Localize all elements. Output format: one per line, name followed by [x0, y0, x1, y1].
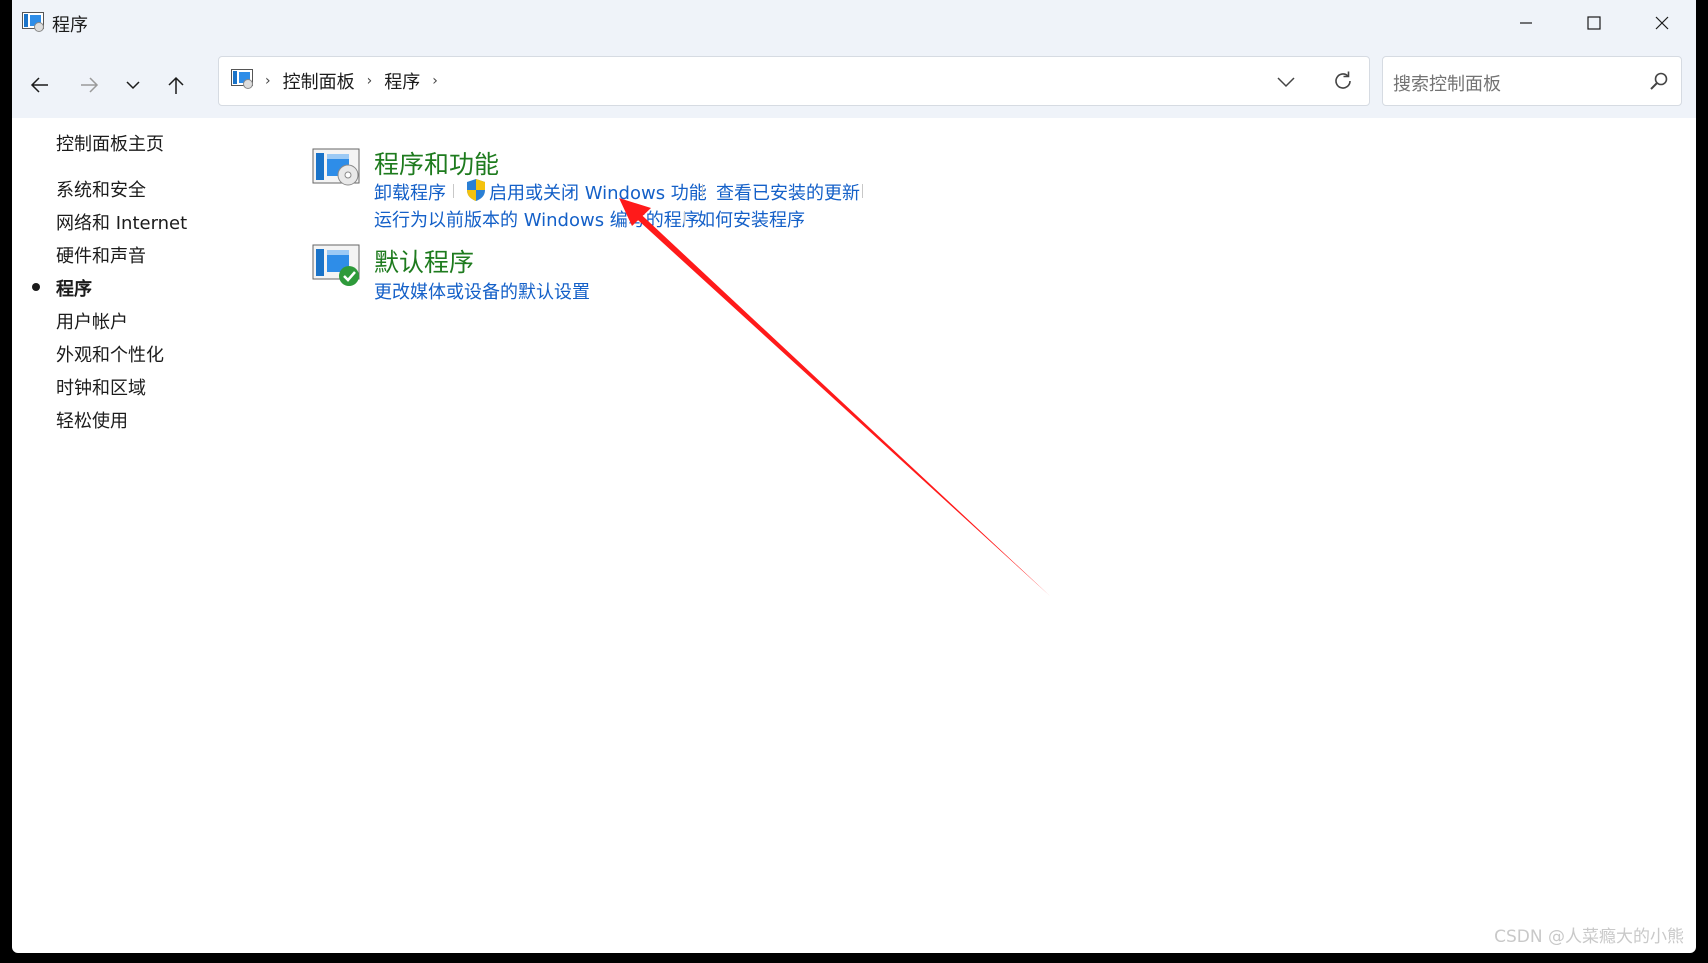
- control-panel-window: 程序 › 控制面板 › 程序 › 搜索控制面板 控制面板主页 系统和安全 网络和…: [12, 0, 1696, 953]
- watermark-text: CSDN @人菜瘾大的小熊: [1494, 927, 1684, 947]
- annotation-arrow: [619, 198, 1050, 596]
